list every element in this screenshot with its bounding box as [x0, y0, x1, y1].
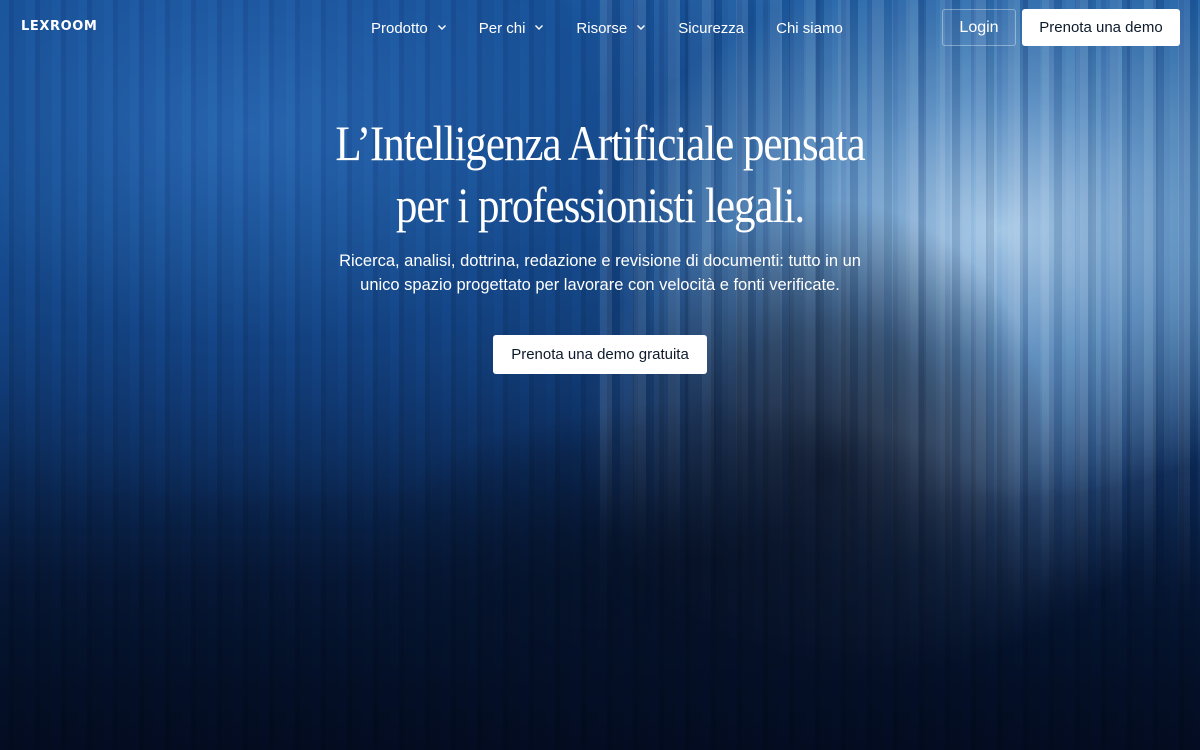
hero-title-line-1: L’Intelligenza Artificiale pensata	[335, 115, 865, 171]
nav-item-label: Per chi	[478, 19, 526, 37]
book-free-demo-button[interactable]: Prenota una demo gratuita	[493, 335, 707, 374]
lexroom-logo[interactable]: LEXROOM	[21, 19, 97, 34]
nav-item-label: Prodotto	[371, 19, 428, 37]
hero-subtitle-line-1: Ricerca, analisi, dottrina, redazione e …	[339, 252, 861, 270]
book-demo-button[interactable]: Prenota una demo	[1022, 9, 1180, 46]
page: LEXROOM Prodotto Per chi Risorse Sicurez…	[0, 0, 1200, 750]
chevron-down-icon	[437, 25, 446, 30]
nav-item-chi-siamo[interactable]: Chi siamo	[776, 20, 843, 37]
nav-item-label: Risorse	[576, 19, 628, 37]
hero-title-line-2: per i professionisti legali.	[395, 177, 805, 233]
hero-subtitle-line-2: unico spazio progettato per lavorare con…	[360, 276, 840, 294]
nav-item-sicurezza[interactable]: Sicurezza	[678, 20, 744, 37]
main-nav: Prodotto Per chi Risorse Sicurezza Chi s…	[371, 18, 843, 38]
login-button[interactable]: Login	[942, 9, 1016, 46]
nav-item-label: Sicurezza	[678, 19, 745, 37]
nav-item-per-chi[interactable]: Per chi	[479, 20, 545, 37]
nav-item-risorse[interactable]: Risorse	[576, 20, 646, 37]
nav-item-label: Chi siamo	[776, 19, 843, 37]
chevron-down-icon	[637, 25, 646, 30]
site-header: LEXROOM Prodotto Per chi Risorse Sicurez…	[0, 0, 1200, 56]
nav-item-prodotto[interactable]: Prodotto	[371, 20, 447, 37]
chevron-down-icon	[535, 25, 544, 30]
hero-subtitle: Ricerca, analisi, dottrina, redazione e …	[320, 249, 880, 297]
hero-title: L’Intelligenza Artificiale pensata per i…	[299, 112, 901, 236]
